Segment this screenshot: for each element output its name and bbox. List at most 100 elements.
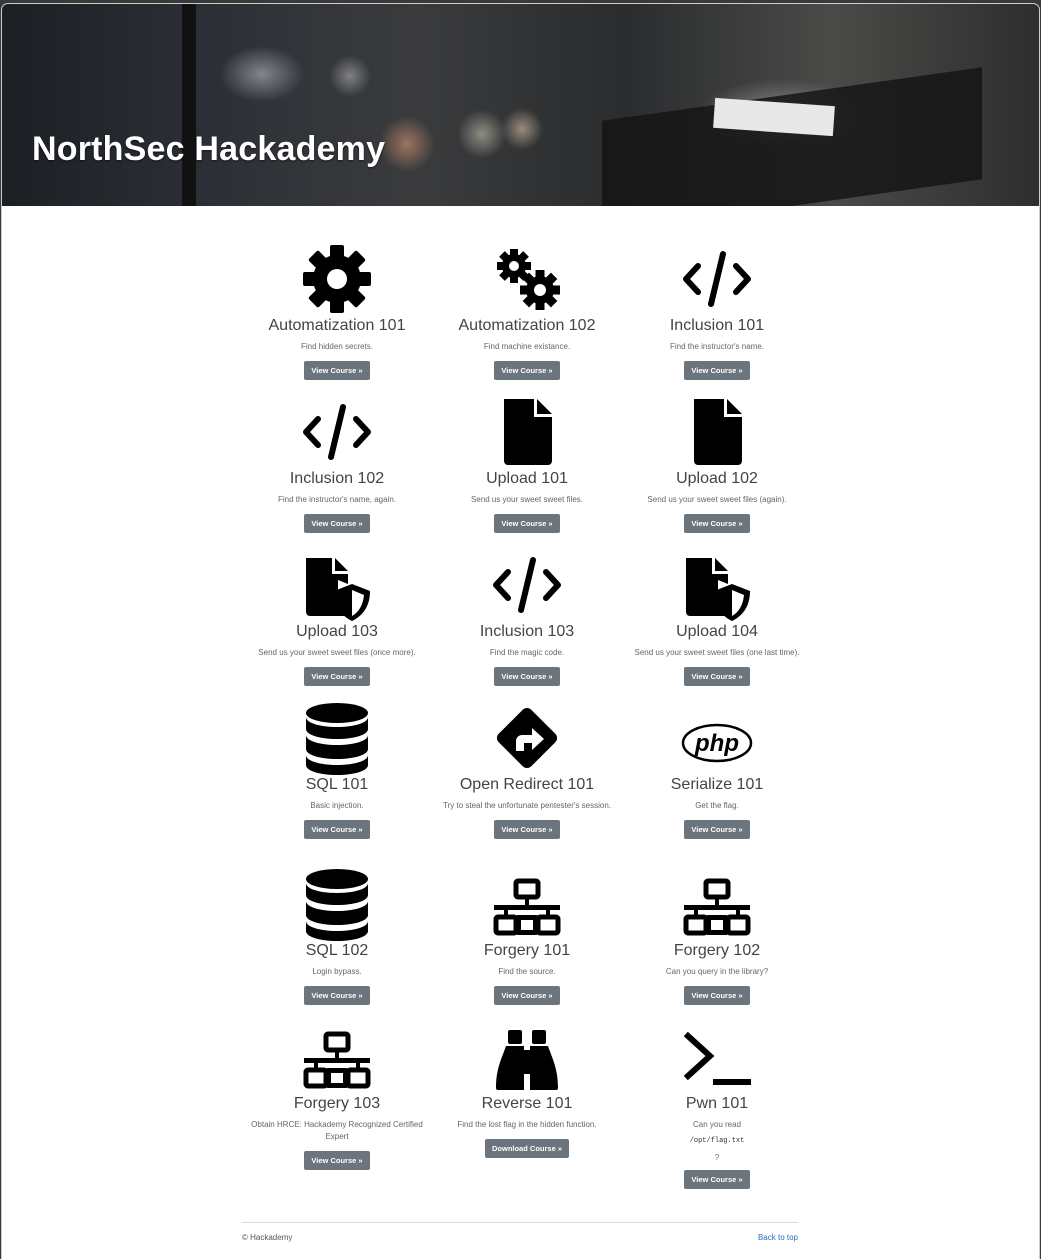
course-title: Upload 101 (486, 470, 568, 487)
hero-table (602, 67, 982, 206)
course-card: Inclusion 103 Find the magic code. View … (432, 548, 622, 686)
database-icon (242, 867, 432, 941)
course-desc: Get the flag. (695, 801, 739, 810)
code-icon (432, 548, 622, 622)
course-card: php Serialize 101 Get the flag. View Cou… (622, 701, 812, 839)
network-icon (242, 1020, 432, 1094)
footer: © Hackademy Back to top (242, 1222, 798, 1242)
page-title: NorthSec Hackademy (32, 130, 386, 168)
course-card: Upload 103 Send us your sweet sweet file… (242, 548, 432, 686)
course-desc: Send us your sweet sweet files (again). (647, 495, 787, 504)
view-course-button[interactable]: View Course » (494, 667, 560, 686)
download-course-button[interactable]: Download Course » (484, 1139, 569, 1158)
course-card: SQL 102 Login bypass. View Course » (242, 867, 432, 1005)
course-title: Upload 102 (676, 470, 758, 487)
view-course-button[interactable]: View Course » (304, 361, 370, 380)
course-card: Upload 104 Send us your sweet sweet file… (622, 548, 812, 686)
course-card: Upload 101 Send us your sweet sweet file… (432, 395, 622, 533)
course-card: Inclusion 101 Find the instructor's name… (622, 242, 812, 380)
view-course-button[interactable]: View Course » (304, 820, 370, 839)
svg-text:php: php (694, 730, 739, 757)
gears-icon (432, 242, 622, 316)
course-desc: Basic injection. (310, 801, 364, 810)
course-question-mark: ? (714, 1153, 720, 1162)
terminal-icon (622, 1020, 812, 1094)
course-desc: Send us your sweet sweet files. (470, 495, 584, 504)
view-course-button[interactable]: View Course » (304, 986, 370, 1005)
course-card: Inclusion 102 Find the instructor's name… (242, 395, 432, 533)
course-code: /opt/flag.txt (689, 1137, 745, 1145)
course-desc: Find the magic code. (489, 648, 565, 657)
directions-icon (432, 701, 622, 775)
course-card: SQL 101 Basic injection. View Course » (242, 701, 432, 839)
file-icon (432, 395, 622, 469)
course-desc: Find the lost flag in the hidden functio… (457, 1120, 597, 1129)
course-card: Forgery 102 Can you query in the library… (622, 867, 812, 1005)
file-shield-icon (622, 548, 812, 622)
course-title: Automatization 101 (268, 317, 406, 334)
network-icon (622, 867, 812, 941)
hero-shelf (182, 4, 196, 206)
course-card: Upload 102 Send us your sweet sweet file… (622, 395, 812, 533)
file-icon (622, 395, 812, 469)
course-desc: Can you query in the library? (665, 967, 769, 976)
course-title: Open Redirect 101 (459, 776, 595, 793)
course-card: Forgery 103 Obtain HRCE: Hackademy Recog… (242, 1020, 432, 1170)
course-title: Serialize 101 (670, 776, 764, 793)
view-course-button[interactable]: View Course » (684, 514, 750, 533)
course-card: Automatization 101 Find hidden secrets. … (242, 242, 432, 380)
course-card: Automatization 102 Find machine existanc… (432, 242, 622, 380)
view-course-button[interactable]: View Course » (494, 514, 560, 533)
network-icon (432, 867, 622, 941)
course-title: Pwn 101 (685, 1095, 749, 1112)
course-title: Inclusion 102 (289, 470, 385, 487)
view-course-button[interactable]: View Course » (494, 361, 560, 380)
course-title: Upload 104 (676, 623, 758, 640)
course-title: Reverse 101 (481, 1095, 573, 1112)
course-title: Forgery 102 (673, 942, 761, 959)
view-course-button[interactable]: View Course » (304, 514, 370, 533)
hero-banner: NorthSec Hackademy (2, 4, 1039, 206)
view-course-button[interactable]: View Course » (494, 986, 560, 1005)
view-course-button[interactable]: View Course » (304, 1151, 370, 1170)
course-title: Inclusion 101 (669, 317, 765, 334)
course-desc: Find the source. (498, 967, 556, 976)
course-card: Open Redirect 101 Try to steal the unfor… (432, 701, 622, 839)
course-desc: Obtain HRCE: Hackademy Recognized Certif… (251, 1120, 423, 1141)
code-icon (242, 395, 432, 469)
course-desc: Send us your sweet sweet files (once mor… (258, 648, 416, 657)
file-shield-icon (242, 548, 432, 622)
gear-icon (242, 242, 432, 316)
course-title: SQL 101 (305, 776, 369, 793)
view-course-button[interactable]: View Course » (684, 361, 750, 380)
back-to-top-link[interactable]: Back to top (758, 1233, 798, 1242)
browser-window: NorthSec Hackademy Automatization 101 Fi… (2, 4, 1039, 1259)
course-title: Forgery 103 (293, 1095, 381, 1112)
course-title: SQL 102 (305, 942, 369, 959)
course-title: Inclusion 103 (479, 623, 575, 640)
course-desc: Send us your sweet sweet files (one last… (634, 648, 800, 657)
course-desc: Try to steal the unfortunate pentester's… (443, 801, 611, 810)
view-course-button[interactable]: View Course » (494, 820, 560, 839)
course-title: Automatization 102 (458, 317, 596, 334)
view-course-button[interactable]: View Course » (304, 667, 370, 686)
course-desc: Find machine existance. (483, 342, 571, 351)
course-card: Forgery 101 Find the source. View Course… (432, 867, 622, 1005)
view-course-button[interactable]: View Course » (684, 986, 750, 1005)
course-desc: Find the instructor's name. (669, 342, 764, 351)
copyright-text: © Hackademy (242, 1233, 293, 1242)
course-card: Reverse 101 Find the lost flag in the hi… (432, 1020, 622, 1158)
course-desc: Find the instructor's name, again. (277, 495, 397, 504)
database-icon (242, 701, 432, 775)
view-course-button[interactable]: View Course » (684, 667, 750, 686)
course-desc: Login bypass. (312, 967, 362, 976)
view-course-button[interactable]: View Course » (684, 820, 750, 839)
course-desc: Find hidden secrets. (300, 342, 374, 351)
php-icon: php (622, 701, 812, 775)
course-desc: Can you read (692, 1120, 742, 1129)
binoculars-icon (432, 1020, 622, 1094)
view-course-button[interactable]: View Course » (684, 1170, 750, 1189)
course-card: Pwn 101 Can you read /opt/flag.txt ? Vie… (622, 1020, 812, 1189)
code-icon (622, 242, 812, 316)
course-title: Forgery 101 (483, 942, 571, 959)
